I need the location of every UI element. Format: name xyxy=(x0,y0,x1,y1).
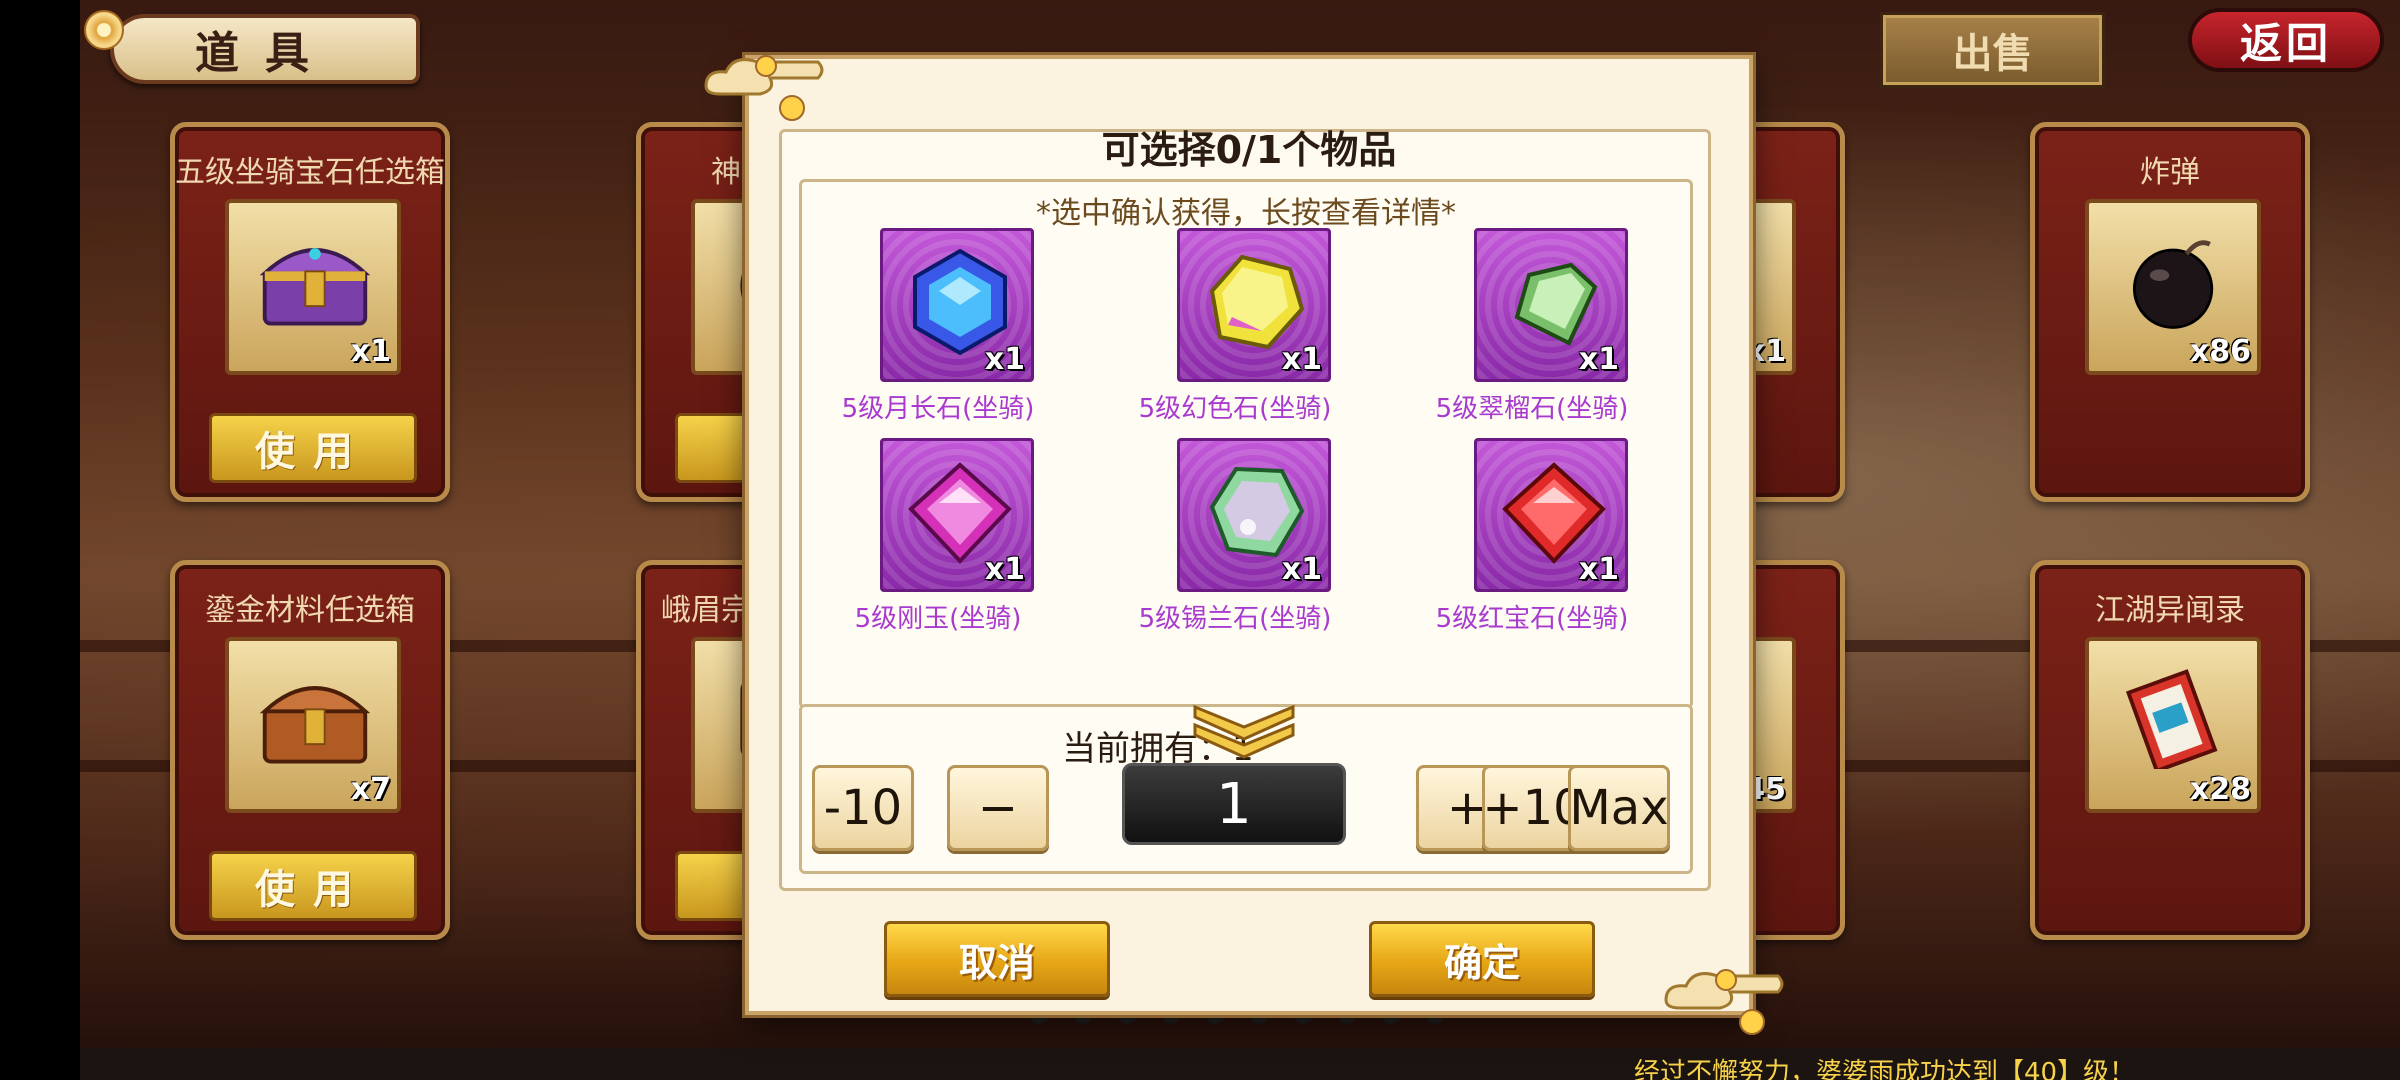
cloud-ornament-icon xyxy=(1664,969,1784,1035)
use-label: 使用 xyxy=(255,867,371,913)
use-button[interactable]: 使用 xyxy=(209,413,417,483)
dialog-title: 可选择0/1个物品 xyxy=(1101,128,1397,172)
minus-button[interactable]: − xyxy=(947,765,1049,851)
inventory-item-name: 五级坐骑宝石任选箱 xyxy=(175,155,445,190)
gem-name: 5级锡兰石(坐骑) xyxy=(1138,604,1332,634)
page-title-text: 道具 xyxy=(195,28,335,79)
gem-slot: x1 xyxy=(880,438,1034,592)
inventory-card[interactable]: 江湖异闻录 x28 xyxy=(2030,560,2310,940)
gem-name: 5级翠榴石(坐骑) xyxy=(1435,394,1629,424)
book-icon xyxy=(2125,669,2218,769)
gem-count: x1 xyxy=(1281,552,1322,587)
demantoid-gem-icon xyxy=(1514,262,1598,346)
inventory-card[interactable]: 炸弹 x86 xyxy=(2030,122,2310,502)
inventory-item-count: x1 xyxy=(350,334,391,369)
gem-name: 5级红宝石(坐骑) xyxy=(1435,604,1629,634)
inventory-item-count: x28 xyxy=(2189,772,2251,807)
gem-name: 5级幻色石(坐骑) xyxy=(1138,394,1332,424)
max-button[interactable]: Max xyxy=(1568,765,1670,851)
gem-count: x1 xyxy=(984,342,1025,377)
flower-ornament-icon xyxy=(84,10,124,50)
gem-slot: x1 xyxy=(1474,228,1628,382)
sell-button[interactable]: 出售 xyxy=(1880,12,2105,88)
phantom-gem-icon xyxy=(1209,254,1305,350)
inventory-item-name: 江湖异闻录 xyxy=(2095,593,2245,628)
gem-slot: x1 xyxy=(1177,438,1331,592)
select-item-dialog: 可选择0/1个物品 *选中确认获得，长按查看详情* x1 5级月长石(坐骑) x… xyxy=(745,55,1753,1015)
gem-slot: x1 xyxy=(880,228,1034,382)
moonstone-gem-icon xyxy=(913,248,1007,356)
item-selection-grid[interactable]: *选中确认获得，长按查看详情* x1 5级月长石(坐骑) x1 5级幻色石(坐骑… xyxy=(799,179,1693,716)
system-notice: 经过不懈努力，婆婆雨成功达到【40】级！ xyxy=(1634,1058,2136,1080)
gem-slot: x1 xyxy=(1474,438,1628,592)
gem-slot: x1 xyxy=(1177,228,1331,382)
inventory-item-slot: x7 xyxy=(225,637,401,813)
gem-option-phantom[interactable]: x1 5级幻色石(坐骑) xyxy=(1115,228,1355,428)
scroll-down-chevron-icon[interactable] xyxy=(1189,699,1299,759)
gem-option-demantoid[interactable]: x1 5级翠榴石(坐骑) xyxy=(1412,228,1652,428)
bomb-icon xyxy=(2132,240,2214,329)
treasure-chest-icon xyxy=(259,686,371,764)
sell-label: 出售 xyxy=(1952,31,2033,77)
gem-option-corundum[interactable]: x1 5级刚玉(坐骑) xyxy=(818,438,1058,638)
use-button[interactable]: 使用 xyxy=(209,851,417,921)
gem-count: x1 xyxy=(1578,342,1619,377)
inventory-item-slot: x1 xyxy=(225,199,401,375)
gem-name: 5级刚玉(坐骑) xyxy=(854,604,1022,634)
gem-count: x1 xyxy=(984,552,1025,587)
inventory-card[interactable]: 鎏金材料任选箱 x7 使用 xyxy=(170,560,450,940)
inventory-item-name: 炸弹 xyxy=(2140,155,2200,190)
gem-count: x1 xyxy=(1578,552,1619,587)
cancel-button[interactable]: 取消 xyxy=(884,921,1110,997)
back-button[interactable]: 返回 xyxy=(2188,8,2384,72)
confirm-label: 确定 xyxy=(1443,940,1520,985)
gem-option-moonstone[interactable]: x1 5级月长石(坐骑) xyxy=(818,228,1058,428)
use-label: 使用 xyxy=(255,429,371,475)
inventory-item-slot: x28 xyxy=(2085,637,2261,813)
inventory-item-name: 鎏金材料任选箱 xyxy=(205,593,415,628)
page-title: 道具 xyxy=(110,14,420,84)
back-label: 返回 xyxy=(2239,18,2332,68)
corundum-gem-icon xyxy=(908,462,1012,564)
cancel-label: 取消 xyxy=(958,940,1035,985)
gem-count: x1 xyxy=(1281,342,1322,377)
gem-option-ruby[interactable]: x1 5级红宝石(坐骑) xyxy=(1412,438,1652,638)
minus-ten-button[interactable]: -10 xyxy=(812,765,914,851)
cloud-ornament-icon xyxy=(704,55,824,121)
confirm-button[interactable]: 确定 xyxy=(1369,921,1595,997)
gem-option-ceylonite[interactable]: x1 5级锡兰石(坐骑) xyxy=(1115,438,1355,638)
ceylonite-gem-icon xyxy=(1209,466,1305,558)
dialog-hint: *选中确认获得，长按查看详情* xyxy=(1036,196,1456,231)
quantity-input[interactable]: 1 xyxy=(1122,763,1346,845)
inventory-card[interactable]: 五级坐骑宝石任选箱 x1 使用 xyxy=(170,122,450,502)
gem-name: 5级月长石(坐骑) xyxy=(841,394,1035,424)
ruby-gem-icon xyxy=(1502,462,1606,564)
inventory-item-count: x86 xyxy=(2189,334,2251,369)
inventory-item-slot: x86 xyxy=(2085,199,2261,375)
inventory-item-count: x7 xyxy=(350,772,391,807)
treasure-chest-icon xyxy=(259,248,371,326)
